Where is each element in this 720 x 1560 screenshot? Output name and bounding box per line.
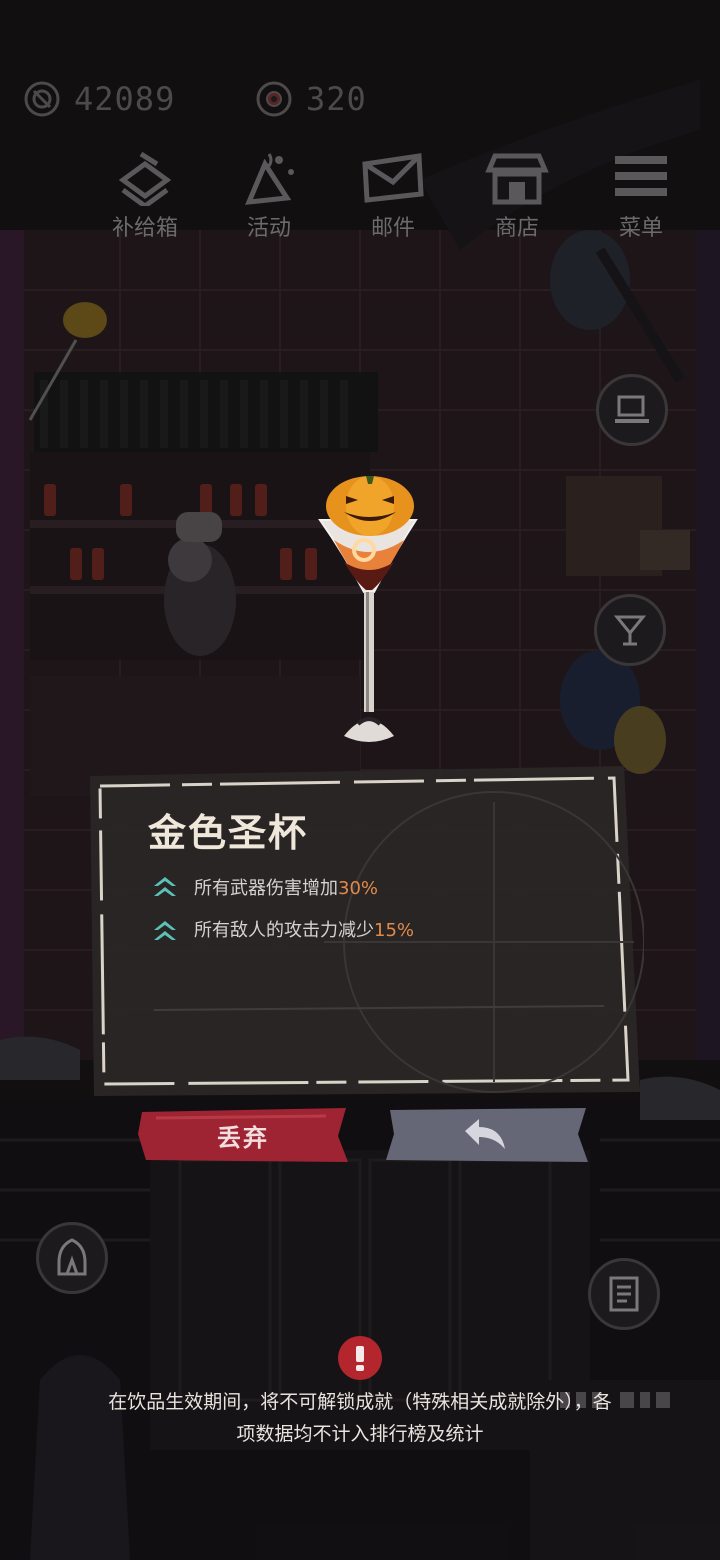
upgrade-arrow-icon <box>154 877 176 896</box>
menu-icon <box>615 156 667 196</box>
token-amount: 320 <box>306 80 367 118</box>
nav-mail[interactable]: 邮件 <box>338 150 448 242</box>
side-button-cocktail[interactable] <box>594 594 666 666</box>
effect-row: 所有敌人的攻击力减少15% <box>150 916 414 942</box>
drink-info-panel: 金色圣杯 所有武器伤害增加30% 所有敌人的攻击力减少15% <box>84 762 644 1098</box>
event-icon <box>245 153 294 205</box>
nav-mail-label: 邮件 <box>370 216 415 241</box>
nav-supply-box[interactable]: 补给箱 <box>90 150 200 242</box>
cocktail-icon <box>613 615 647 646</box>
side-button-notes[interactable] <box>588 1258 660 1330</box>
nav-event-label: 活动 <box>246 216 291 241</box>
mail-icon <box>362 153 424 203</box>
effect-row: 所有武器伤害增加30% <box>150 874 378 900</box>
side-button-laptop[interactable] <box>596 374 668 446</box>
golden-grail-drink-image <box>318 476 418 742</box>
back-button[interactable] <box>380 1106 590 1164</box>
coin-amount: 42089 <box>74 80 176 118</box>
eye-token-icon <box>256 81 292 117</box>
drink-name: 金色圣杯 <box>148 811 309 855</box>
top-nav: 补给箱 活动 邮件 商店 菜单 <box>90 150 710 250</box>
discard-button-label: 丢弃 <box>217 1123 269 1152</box>
effect-value: 30% <box>338 878 379 899</box>
laptop-icon <box>615 395 649 423</box>
nav-shop[interactable]: 商店 <box>462 150 572 242</box>
discard-button[interactable]: 丢弃 <box>136 1106 350 1164</box>
nav-supply-box-label: 补给箱 <box>111 216 178 241</box>
coin-counter: 42089 <box>24 80 175 118</box>
side-button-character[interactable] <box>36 1222 108 1294</box>
back-arrow-icon <box>465 1119 505 1149</box>
effect-value: 15% <box>374 920 415 941</box>
effect-text: 所有武器伤害增加 <box>194 878 338 899</box>
nav-menu[interactable]: 菜单 <box>586 150 696 242</box>
nav-shop-label: 商店 <box>494 216 539 241</box>
coin-icon <box>24 81 60 117</box>
upgrade-arrow-icon <box>154 921 176 940</box>
token-counter: 320 <box>256 80 367 118</box>
achievement-notice: 在饮品生效期间，将不可解锁成就（特殊相关成就除外），各项数据均不计入排行榜及统计 <box>108 1391 612 1445</box>
supply-box-icon <box>118 151 172 206</box>
shop-icon <box>485 153 549 205</box>
effect-text: 所有敌人的攻击力减少 <box>194 920 374 941</box>
document-icon <box>609 1276 639 1312</box>
warning-icon <box>338 1336 382 1380</box>
nav-event[interactable]: 活动 <box>214 150 324 242</box>
nav-menu-label: 菜单 <box>618 216 663 241</box>
hooded-figure-icon <box>57 1238 87 1276</box>
